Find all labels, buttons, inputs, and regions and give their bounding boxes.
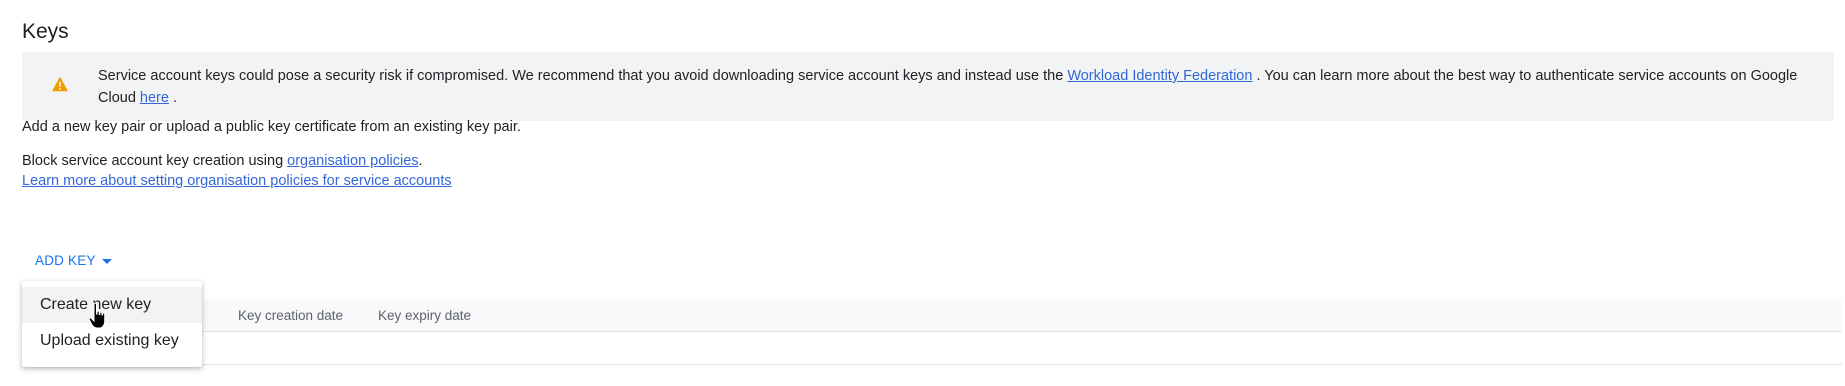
policy-text-part2: .	[418, 153, 423, 169]
workload-identity-federation-link[interactable]: Workload Identity Federation	[1067, 68, 1252, 84]
add-key-menu: Create new key Upload existing key	[22, 281, 202, 367]
column-header-key-expiry-date[interactable]: Key expiry date	[378, 308, 471, 323]
caret-down-icon	[101, 258, 112, 264]
here-link[interactable]: here	[140, 90, 169, 106]
intro-text: Add a new key pair or upload a public ke…	[22, 119, 521, 135]
warning-text-part1: Service account keys could pose a securi…	[98, 68, 1068, 84]
policy-text: Block service account key creation using…	[22, 150, 423, 172]
table-divider	[22, 364, 1842, 365]
warning-text: Service account keys could pose a securi…	[98, 65, 1818, 109]
learn-more-row: Learn more about setting organisation po…	[22, 170, 452, 192]
keys-table-header: Key creation date Key expiry date	[22, 300, 1842, 332]
section-title: Keys	[22, 20, 69, 43]
organisation-policies-link[interactable]: organisation policies	[287, 153, 418, 169]
keys-page: Keys Service account keys could pose a s…	[0, 0, 1845, 386]
warning-text-part3: .	[168, 90, 178, 106]
policy-text-part1: Block service account key creation using	[22, 153, 288, 169]
learn-more-org-policies-link[interactable]: Learn more about setting organisation po…	[22, 173, 452, 189]
warning-banner: Service account keys could pose a securi…	[22, 52, 1834, 121]
warning-icon	[52, 76, 68, 92]
menu-item-create-new-key[interactable]: Create new key	[22, 287, 202, 323]
add-key-button[interactable]: ADD KEY	[22, 244, 126, 276]
column-header-key-creation-date[interactable]: Key creation date	[238, 308, 343, 323]
menu-item-upload-existing-key[interactable]: Upload existing key	[22, 323, 202, 359]
add-key-label: ADD KEY	[35, 252, 96, 268]
